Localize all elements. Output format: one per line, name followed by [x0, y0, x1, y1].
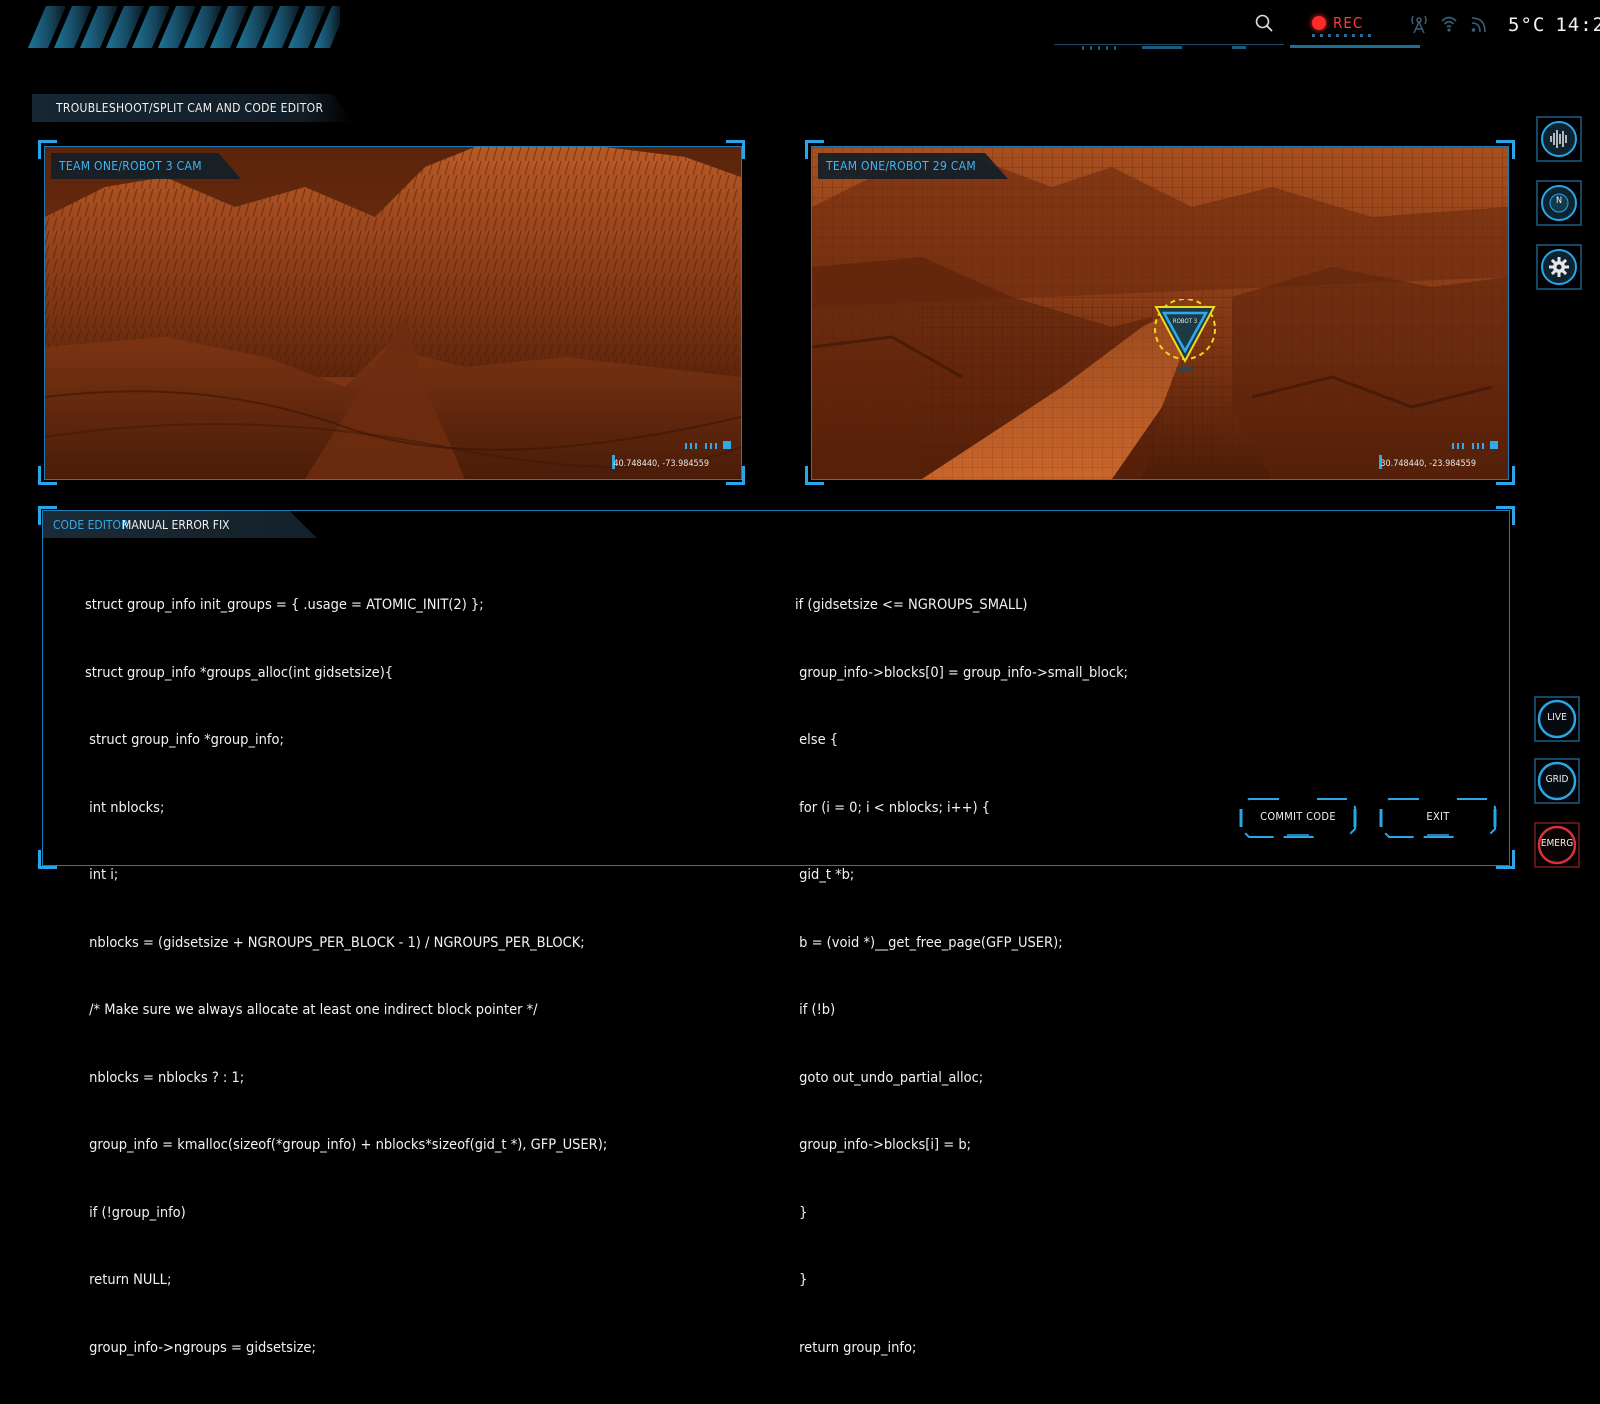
brand-stripes-logo	[28, 6, 340, 48]
grid-button[interactable]: GRID	[1534, 758, 1580, 804]
signal-bars-indicator	[1452, 441, 1498, 449]
status-icons	[1410, 14, 1488, 34]
editor-tab-title: MANUAL ERROR FIX	[122, 518, 230, 532]
exit-label: EXIT	[1426, 810, 1450, 823]
code-line[interactable]: struct group_info *group_info;	[85, 729, 607, 752]
code-line[interactable]: /* Make sure we always allocate at least…	[85, 999, 607, 1022]
frame-corner	[805, 466, 824, 485]
cam-label-tab: TEAM ONE/ROBOT 3 CAM	[51, 153, 241, 179]
robot-3-camera-feed[interactable]: TEAM ONE/ROBOT 3 CAM 40.748440, -73.9845…	[44, 146, 742, 480]
frame-corner	[38, 506, 57, 525]
rec-progress-dots	[1312, 34, 1371, 37]
code-line[interactable]: group_info->ngroups = gidsetsize;	[85, 1337, 607, 1360]
code-line[interactable]: b = (void *)__get_free_page(GFP_USER);	[795, 932, 1128, 955]
record-dot-icon	[1312, 16, 1326, 30]
search-bar[interactable]	[1054, 8, 1284, 50]
robot-29-camera-feed[interactable]: TEAM ONE/ROBOT 29 CAM ROBOT 3 30.748440,…	[811, 146, 1509, 480]
wifi-icon	[1441, 16, 1457, 32]
frame-corner	[38, 466, 57, 485]
commit-code-label: COMMIT CODE	[1260, 810, 1336, 823]
terrain-view-image	[45, 147, 741, 479]
compass-north-button[interactable]: N	[1536, 180, 1582, 226]
settings-button[interactable]	[1536, 244, 1582, 290]
cam-label: TEAM ONE/ROBOT 29 CAM	[826, 159, 976, 173]
compass-letter: N	[1555, 196, 1563, 206]
cam-label-tab: TEAM ONE/ROBOT 29 CAM	[818, 153, 1008, 179]
robot-marker-label: ROBOT 3	[1172, 318, 1198, 325]
code-line[interactable]: group_info->blocks[i] = b;	[795, 1134, 1128, 1157]
grid-label: GRID	[1545, 774, 1569, 785]
editor-tab-prefix: CODE EDITOR:	[53, 518, 132, 532]
gps-coordinates: 40.748440, -73.984559	[613, 459, 709, 469]
code-line[interactable]: group_info = kmalloc(sizeof(*group_info)…	[85, 1134, 607, 1157]
cam-label: TEAM ONE/ROBOT 3 CAM	[59, 159, 202, 173]
frame-corner	[726, 140, 745, 159]
code-line[interactable]: goto out_undo_partial_alloc;	[795, 1067, 1128, 1090]
code-line[interactable]: group_info->blocks[0] = group_info->smal…	[795, 662, 1128, 685]
robot-target-icon	[1154, 298, 1216, 372]
robot-3-location-marker[interactable]: ROBOT 3	[1152, 298, 1218, 375]
breadcrumb: TROUBLESHOOT/SPLIT CAM AND CODE EDITOR	[32, 94, 352, 122]
code-line[interactable]: nblocks = (gidsetsize + NGROUPS_PER_BLOC…	[85, 932, 607, 955]
frame-corner	[1496, 850, 1515, 869]
temperature-readout: 5°C	[1508, 14, 1546, 36]
rec-underline	[1290, 45, 1420, 48]
frame-corner	[1496, 466, 1515, 485]
search-icon[interactable]	[1255, 14, 1273, 32]
frame-corner	[38, 140, 57, 159]
exit-button[interactable]: EXIT	[1379, 797, 1497, 839]
code-line[interactable]: }	[795, 1202, 1128, 1225]
settings-gear-icon	[1536, 244, 1582, 290]
live-button[interactable]: LIVE	[1534, 696, 1580, 742]
frame-corner	[1496, 506, 1515, 525]
live-label: LIVE	[1547, 712, 1567, 723]
frame-corner	[1496, 140, 1515, 159]
code-editor-panel[interactable]: CODE EDITOR: MANUAL ERROR FIX struct gro…	[42, 510, 1510, 1356]
emergency-label: EMERG	[1540, 838, 1574, 849]
code-line[interactable]: for (i = 0; i < nblocks; i++) {	[795, 797, 1128, 820]
recording-indicator[interactable]: REC	[1312, 13, 1363, 33]
emergency-button[interactable]: EMERG	[1534, 822, 1580, 868]
code-line[interactable]: struct group_info init_groups = { .usage…	[85, 594, 607, 617]
signal-bars-indicator	[685, 441, 731, 449]
editor-tab: CODE EDITOR: MANUAL ERROR FIX	[43, 511, 317, 538]
code-line[interactable]: nblocks = nblocks ? : 1;	[85, 1067, 607, 1090]
rec-label: REC	[1333, 14, 1364, 32]
frame-corner	[726, 466, 745, 485]
code-line[interactable]: else {	[795, 729, 1128, 752]
frame-corner	[805, 140, 824, 159]
rss-signal-icon	[1471, 17, 1486, 33]
frame-corner	[38, 850, 57, 869]
code-line[interactable]: struct group_info *groups_alloc(int gids…	[85, 662, 607, 685]
code-line[interactable]: int nblocks;	[85, 797, 607, 820]
code-column-right[interactable]: if (gidsetsize <= NGROUPS_SMALL) group_i…	[795, 549, 1128, 1404]
audio-waveform-button[interactable]	[1536, 116, 1582, 162]
clock-readout: 14:26	[1555, 14, 1600, 36]
code-line[interactable]: return group_info;	[795, 1337, 1128, 1360]
search-bar-ticks	[1082, 46, 1246, 50]
commit-code-button[interactable]: COMMIT CODE	[1239, 797, 1357, 839]
code-column-left[interactable]: struct group_info init_groups = { .usage…	[85, 549, 607, 1404]
tower-signal-icon	[1411, 15, 1427, 34]
code-line[interactable]: if (gidsetsize <= NGROUPS_SMALL)	[795, 594, 1128, 617]
breadcrumb-text: TROUBLESHOOT/SPLIT CAM AND CODE EDITOR	[56, 101, 324, 115]
code-line[interactable]: if (!b)	[795, 999, 1128, 1022]
gps-coordinates: 30.748440, -23.984559	[1380, 459, 1476, 469]
code-line[interactable]: gid_t *b;	[795, 864, 1128, 887]
audio-waveform-icon	[1536, 116, 1582, 162]
code-line[interactable]: }	[795, 1269, 1128, 1292]
code-line[interactable]: int i;	[85, 864, 607, 887]
code-line[interactable]: return NULL;	[85, 1269, 607, 1292]
temperature-time: 5°C 14:26	[1508, 14, 1600, 36]
code-line[interactable]: if (!group_info)	[85, 1202, 607, 1225]
